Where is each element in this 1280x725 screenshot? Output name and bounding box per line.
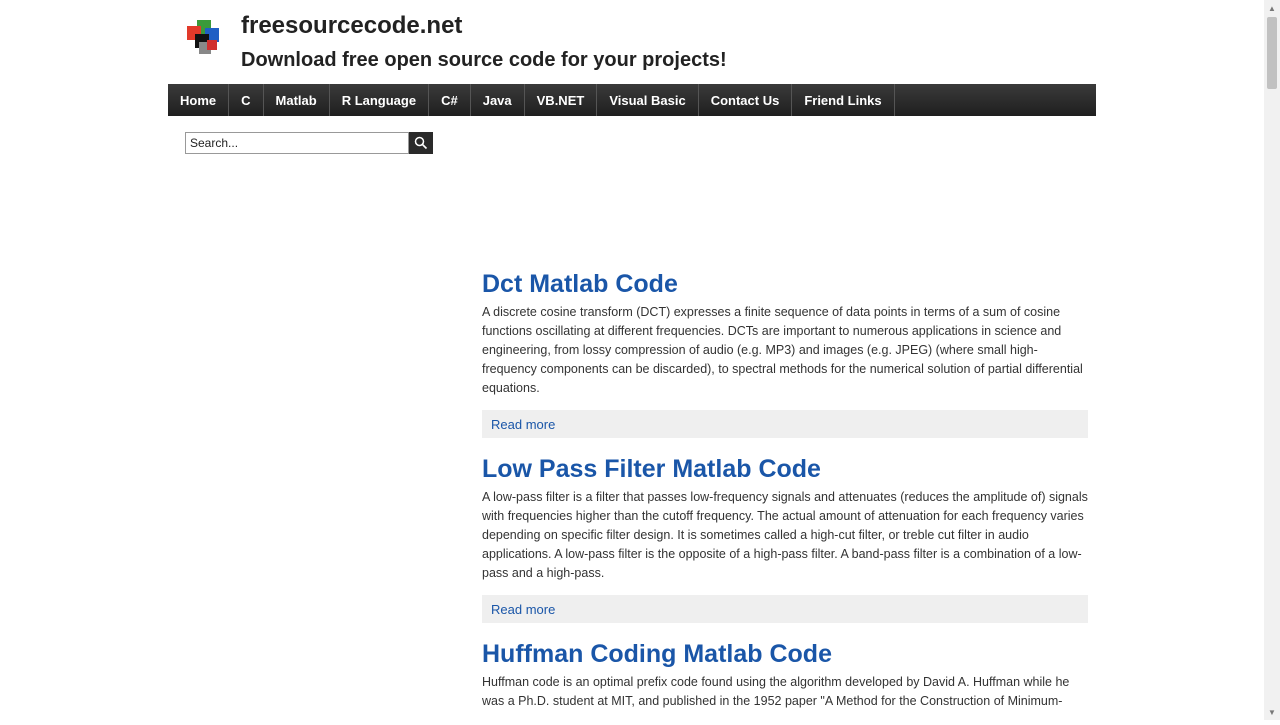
article-excerpt: A discrete cosine transform (DCT) expres… [482, 305, 1083, 395]
nav-item-java[interactable]: Java [471, 84, 525, 116]
scroll-up-icon[interactable]: ▲ [1264, 0, 1280, 16]
site-tagline: Download free open source code for your … [241, 49, 727, 71]
nav-item-c[interactable]: C [229, 84, 264, 116]
nav-item-home[interactable]: Home [168, 84, 230, 116]
article: Dct Matlab Code A discrete cosine transf… [482, 267, 1088, 438]
article: Huffman Coding Matlab Code Huffman code … [482, 637, 1088, 711]
search-button[interactable] [409, 132, 433, 154]
article-title[interactable]: Dct Matlab Code [482, 267, 1088, 301]
article-title[interactable]: Low Pass Filter Matlab Code [482, 452, 1088, 486]
read-more-link[interactable]: Read more [491, 417, 555, 432]
nav-item-vbnet[interactable]: VB.NET [525, 84, 598, 116]
nav-item-csharp[interactable]: C# [429, 84, 471, 116]
search-input[interactable] [185, 132, 409, 154]
main-nav: Home C Matlab R Language C# Java VB.NET … [168, 84, 1096, 116]
nav-item-r-language[interactable]: R Language [330, 84, 430, 116]
nav-item-contact-us[interactable]: Contact Us [699, 84, 793, 116]
read-more-bar: Read more [482, 595, 1088, 623]
article-excerpt: A low-pass filter is a filter that passe… [482, 490, 1088, 580]
read-more-link[interactable]: Read more [491, 602, 555, 617]
article: Low Pass Filter Matlab Code A low-pass f… [482, 452, 1088, 623]
site-title[interactable]: freesourcecode.net [241, 12, 462, 40]
search-icon [414, 136, 428, 150]
article-excerpt: Huffman code is an optimal prefix code f… [482, 675, 1070, 708]
scrollbar[interactable]: ▲ ▼ [1264, 0, 1280, 720]
scrollbar-thumb[interactable] [1267, 17, 1277, 89]
nav-item-visual-basic[interactable]: Visual Basic [597, 84, 699, 116]
read-more-bar: Read more [482, 410, 1088, 438]
page: freesourcecode.net Download free open so… [0, 0, 1264, 720]
article-list: Dct Matlab Code A discrete cosine transf… [482, 267, 1088, 725]
nav-item-friend-links[interactable]: Friend Links [792, 84, 895, 116]
scroll-down-icon[interactable]: ▼ [1264, 704, 1280, 720]
nav-item-matlab[interactable]: Matlab [264, 84, 330, 116]
site-logo-icon[interactable] [185, 18, 225, 58]
search-form [185, 132, 433, 154]
article-title[interactable]: Huffman Coding Matlab Code [482, 637, 1088, 671]
